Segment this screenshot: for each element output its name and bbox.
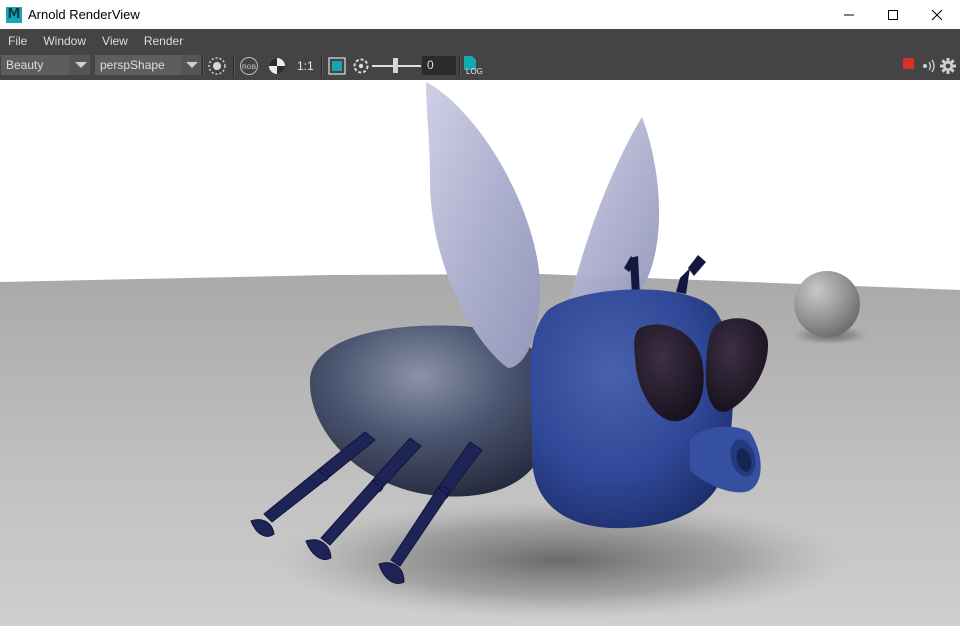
close-icon bbox=[931, 9, 943, 20]
ratio-button[interactable]: 1:1 bbox=[297, 57, 314, 75]
window-title: Arnold RenderView bbox=[28, 7, 140, 22]
exposure-icon[interactable] bbox=[351, 56, 371, 76]
gear-icon[interactable] bbox=[938, 56, 958, 76]
render-region-icon[interactable] bbox=[207, 56, 227, 76]
toolbar-divider bbox=[233, 55, 235, 77]
rendered-image bbox=[0, 80, 960, 626]
log-label: LOG bbox=[466, 67, 483, 76]
close-button[interactable] bbox=[914, 0, 960, 29]
toolbar: Beauty perspShape RGB 1:1 0 LOG bbox=[0, 52, 960, 80]
toolbar-divider bbox=[459, 55, 461, 77]
exposure-field[interactable]: 0 bbox=[422, 56, 456, 75]
render-viewport[interactable] bbox=[0, 80, 960, 626]
menu-render[interactable]: Render bbox=[136, 34, 191, 48]
menu-view[interactable]: View bbox=[94, 34, 136, 48]
exposure-slider-handle[interactable] bbox=[393, 58, 398, 73]
menu-bar: File Window View Render bbox=[0, 29, 960, 52]
ipr-broadcast-icon[interactable] bbox=[919, 56, 939, 76]
camera-select-value: perspShape bbox=[100, 58, 165, 72]
menu-window[interactable]: Window bbox=[35, 34, 94, 48]
title-bar: M Arnold RenderView bbox=[0, 0, 960, 29]
log-button[interactable]: LOG bbox=[464, 56, 486, 78]
maya-app-icon: M bbox=[6, 6, 22, 23]
svg-text:RGB: RGB bbox=[242, 64, 256, 71]
maximize-icon bbox=[888, 9, 898, 20]
maximize-button[interactable] bbox=[870, 0, 916, 29]
menu-file[interactable]: File bbox=[0, 34, 35, 48]
camera-select[interactable]: perspShape bbox=[95, 55, 201, 75]
stop-render-icon[interactable] bbox=[903, 58, 914, 69]
aov-select[interactable]: Beauty bbox=[1, 55, 90, 75]
chevron-down-icon bbox=[70, 55, 90, 75]
aov-select-value: Beauty bbox=[6, 58, 44, 72]
minimize-button[interactable] bbox=[826, 0, 872, 29]
frame-icon[interactable] bbox=[327, 56, 347, 76]
toolbar-divider bbox=[202, 55, 204, 77]
minimize-icon bbox=[844, 14, 854, 15]
chevron-down-icon bbox=[181, 55, 201, 75]
toolbar-divider bbox=[321, 55, 323, 77]
checker-background-icon[interactable] bbox=[267, 56, 287, 76]
rgb-channel-icon[interactable]: RGB bbox=[239, 56, 259, 76]
